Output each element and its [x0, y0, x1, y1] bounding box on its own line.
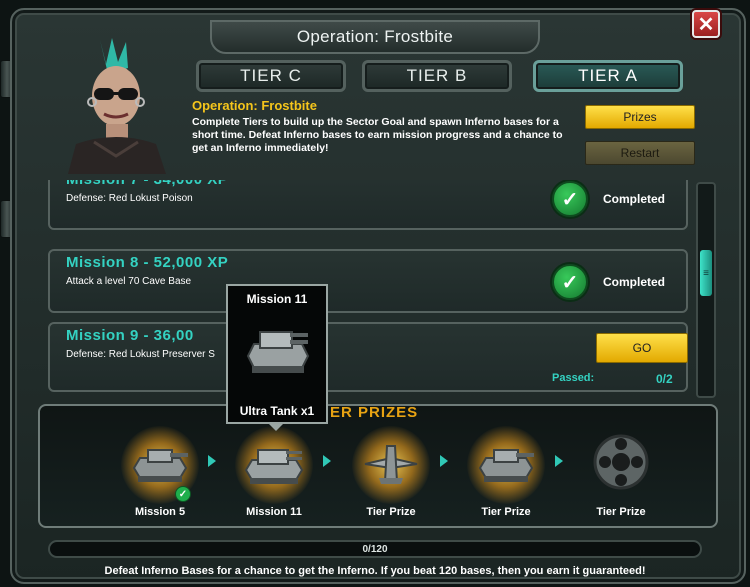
claimed-check-icon: ✓ [175, 486, 191, 502]
chevron-right-icon [208, 455, 216, 467]
checkmark-icon: ✓ [552, 264, 588, 300]
ultra-tank-icon [244, 449, 304, 484]
passed-label: Passed: [552, 372, 595, 384]
tooltip-pointer [268, 423, 284, 431]
prize-label: Mission 5 [134, 506, 186, 518]
mission-row-8: Mission 8 - 52,000 XP Attack a level 70 … [48, 249, 688, 313]
prize-label: Mission 11 [246, 506, 302, 518]
mission-description: Defense: Red Lokust Preserver S [66, 349, 215, 360]
prize-tooltip: Mission 11 Ultra Tank x1 [226, 284, 328, 424]
passed-value: 0/2 [656, 372, 673, 386]
aircraft-icon [364, 445, 418, 484]
tank-icon [132, 449, 188, 482]
prize-label: Tier Prize [481, 506, 531, 518]
tank-icon [478, 449, 534, 482]
mission-description: Defense: Red Lokust Poison [66, 193, 193, 204]
prize-label: Tier Prize [366, 506, 416, 518]
prize-item-5[interactable]: Tier Prize [566, 414, 676, 526]
tab-tier-b[interactable]: TIER B [362, 60, 512, 92]
go-button[interactable]: GO [596, 333, 688, 363]
restart-button[interactable]: Restart [585, 141, 695, 165]
ultra-tank-icon [246, 331, 310, 373]
footer-hint: Defeat Inferno Bases for a chance to get… [104, 565, 646, 577]
prize-item-3[interactable]: Tier Prize [336, 414, 446, 526]
tab-tier-a[interactable]: TIER A [533, 60, 683, 92]
wheel-turret-icon [593, 434, 649, 490]
chevron-right-icon [555, 455, 563, 467]
window-title: Operation: Frostbite [210, 20, 540, 54]
tooltip-item: Ultra Tank x1 [239, 404, 315, 418]
mission-description: Attack a level 70 Cave Base [66, 276, 192, 287]
operation-description: Complete Tiers to build up the Sector Go… [192, 116, 563, 154]
mission-title: Mission 7 - 34,000 XP [66, 180, 228, 188]
tooltip-title: Mission 11 [246, 292, 308, 306]
prize-item-4[interactable]: Tier Prize [451, 414, 561, 526]
inferno-progress-bar: 0/120 [48, 540, 702, 558]
close-button[interactable]: ✕ [692, 10, 720, 38]
mission-title: Mission 8 - 52,000 XP [66, 254, 229, 271]
mission-row-9: Mission 9 - 36,00 Defense: Red Lokust Pr… [48, 322, 688, 392]
commander-portrait [68, 38, 166, 174]
mission-status: Completed [603, 192, 666, 206]
mission-title: Mission 9 - 36,00 [66, 327, 194, 344]
prize-item-1[interactable]: ✓ Mission 5 [105, 414, 215, 526]
progress-text: 0/120 [362, 543, 388, 555]
prize-label: Tier Prize [596, 506, 646, 518]
mission-row-7: Mission 7 - 34,000 XP Defense: Red Lokus… [48, 180, 688, 230]
mission-status: Completed [603, 275, 666, 289]
scrollbar-thumb[interactable]: ≡ [700, 250, 712, 296]
chevron-right-icon [323, 455, 331, 467]
operation-title: Operation: Frostbite [192, 98, 317, 113]
checkmark-icon: ✓ [552, 181, 588, 217]
prizes-button[interactable]: Prizes [585, 105, 695, 129]
tab-tier-c[interactable]: TIER C [196, 60, 346, 92]
mission-list[interactable]: Mission 7 - 34,000 XP Defense: Red Lokus… [40, 180, 720, 400]
chevron-right-icon [440, 455, 448, 467]
mission-list-scrollbar[interactable]: ≡ [696, 182, 716, 398]
